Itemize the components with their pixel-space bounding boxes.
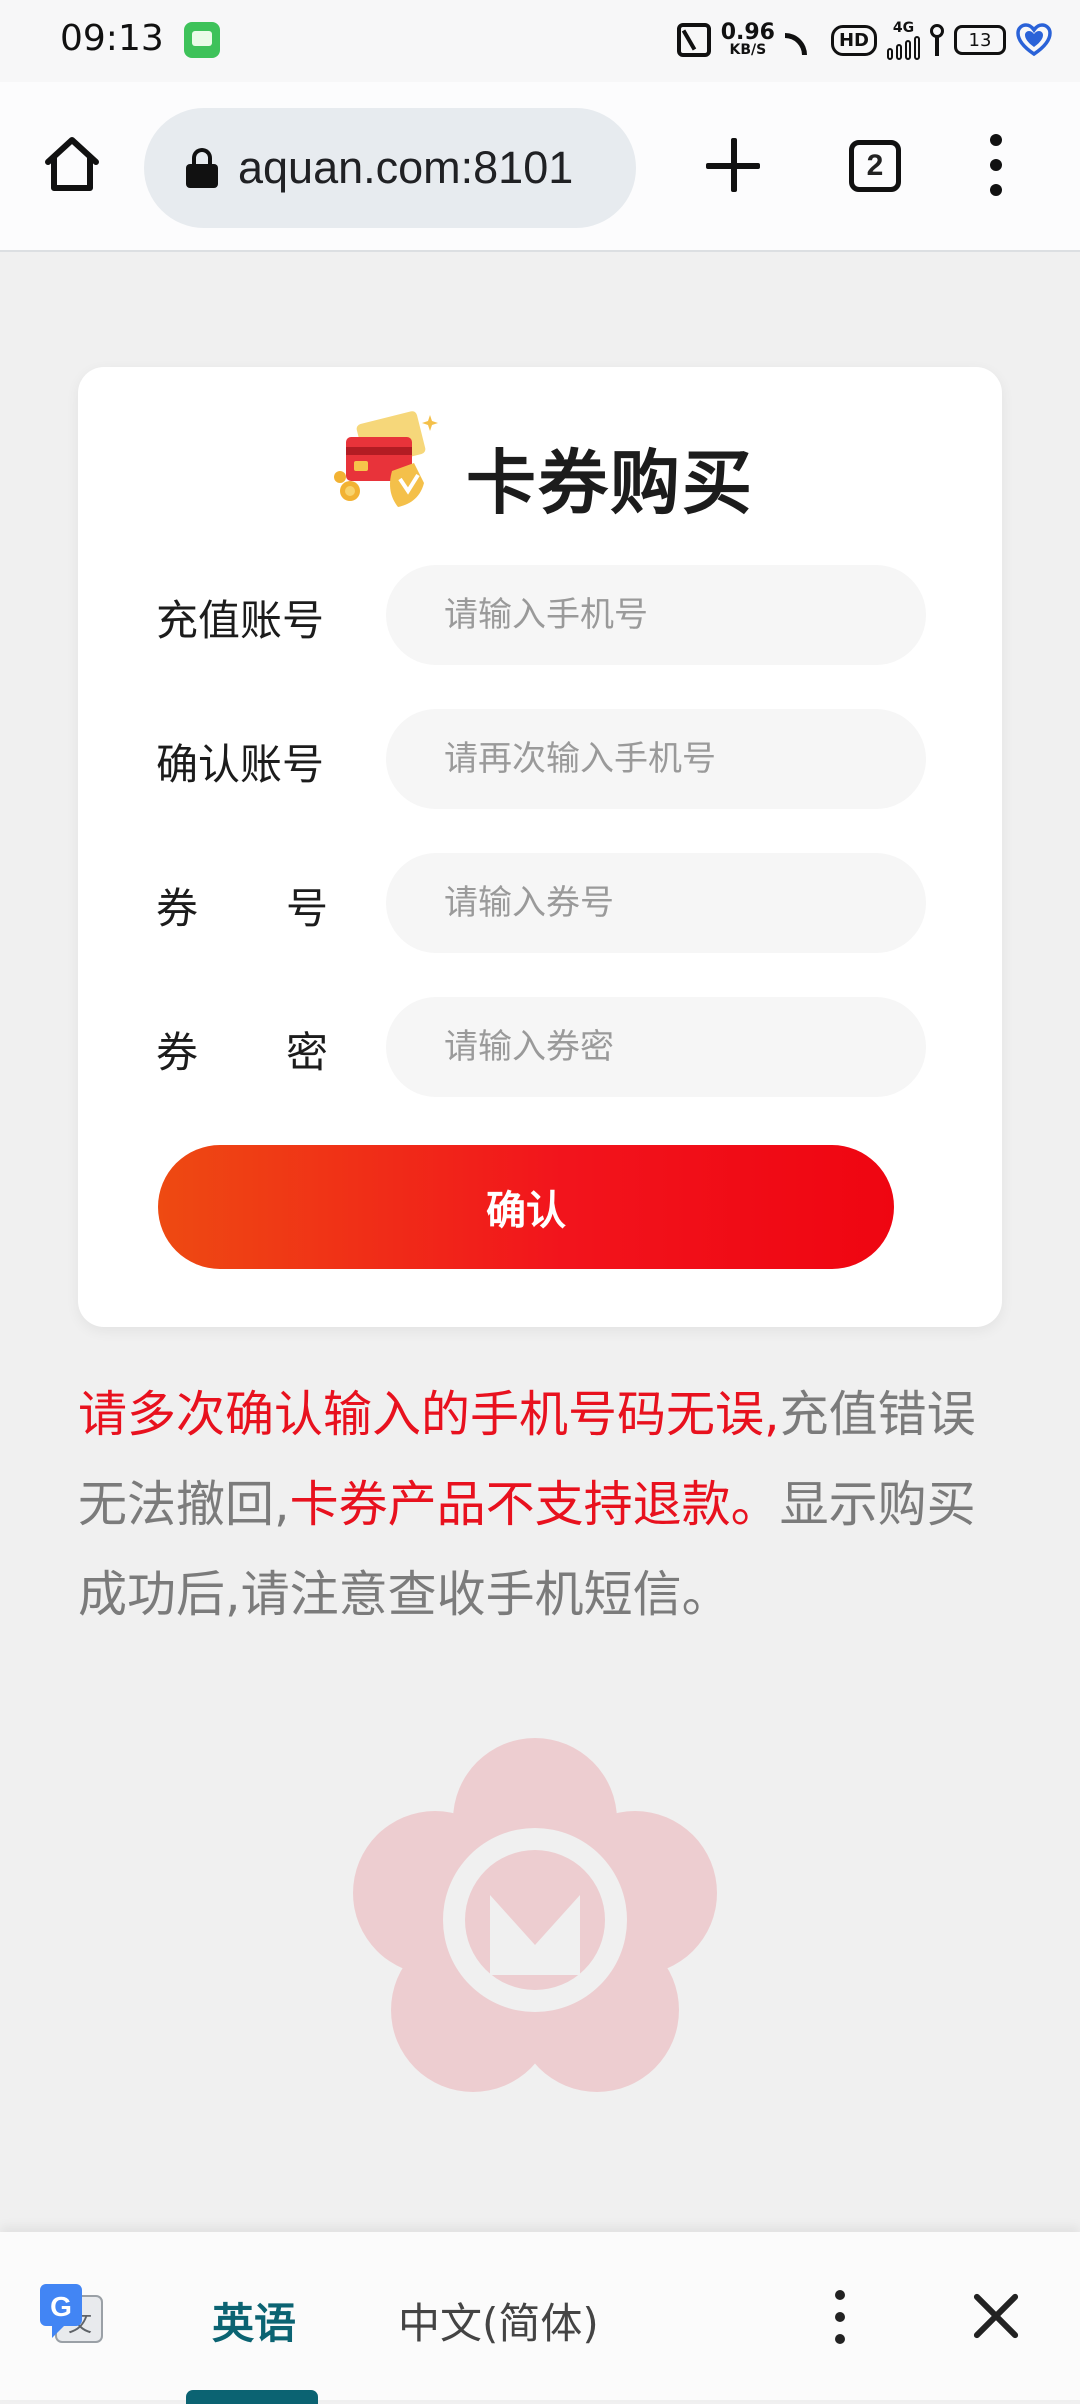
- lock-icon: [186, 148, 218, 188]
- status-bar: 09:13 0.96 KB/S HD 4G 13: [0, 0, 1080, 82]
- new-tab-button[interactable]: [702, 134, 764, 196]
- status-icons: 0.96 KB/S HD 4G 13: [676, 18, 1052, 62]
- coupon-number-label: 券 号: [156, 875, 328, 936]
- confirm-account-input[interactable]: [386, 709, 926, 809]
- status-time: 09:13: [60, 18, 164, 59]
- translate-icon-g: G: [50, 2291, 72, 2322]
- google-translate-icon[interactable]: 文 G: [38, 2282, 106, 2348]
- url-text: aquan.com:8101: [238, 142, 574, 193]
- key-icon: [930, 24, 944, 56]
- recharge-account-input[interactable]: [386, 565, 926, 665]
- browser-menu-button[interactable]: [984, 134, 1008, 198]
- label-text-part-1: 券: [156, 884, 199, 933]
- cast-icon: [784, 25, 821, 55]
- network-speed: 0.96 KB/S: [720, 20, 775, 58]
- confirm-button[interactable]: 确认: [158, 1145, 894, 1269]
- nfc-icon: [676, 23, 711, 57]
- home-button[interactable]: [40, 132, 104, 196]
- coupon-number-input[interactable]: [386, 853, 926, 953]
- network-speed-value: 0.96: [720, 20, 775, 45]
- tab-switcher-button[interactable]: 2: [849, 140, 901, 192]
- confirm-account-label: 确认账号: [156, 731, 328, 792]
- translate-bar: 文 G 英语 中文(简体): [0, 2232, 1080, 2404]
- form-row-coupon-password: 券 密: [78, 997, 1002, 1097]
- cellular-signal-icon: 4G: [887, 20, 920, 60]
- form-row-confirm-account: 确认账号: [78, 709, 1002, 809]
- coupon-password-input[interactable]: [386, 997, 926, 1097]
- notice-no-refund: 卡券产品不支持退款。: [289, 1476, 780, 1533]
- card-title: 卡券购买: [466, 442, 754, 524]
- card-header: 卡券购买: [78, 403, 1002, 524]
- notice-warning-phone: 请多次确认输入的手机号码无误,: [78, 1386, 780, 1443]
- label-text-part-1: 券: [156, 1028, 199, 1077]
- translate-more-button[interactable]: [828, 2290, 852, 2346]
- form-row-recharge-account: 充值账号: [78, 565, 1002, 665]
- flower-watermark-logo: [353, 1738, 717, 2092]
- tab-english[interactable]: 英语: [212, 2290, 296, 2351]
- label-text: 充值账号: [156, 596, 325, 645]
- label-text-part-2: 号: [285, 884, 328, 933]
- network-speed-unit: KB/S: [729, 42, 767, 58]
- network-type-label: 4G: [892, 20, 915, 36]
- tab-chinese-simplified[interactable]: 中文(简体): [398, 2290, 599, 2351]
- hd-voice-icon: HD: [830, 24, 877, 56]
- label-text: 确认账号: [156, 740, 325, 789]
- notice-text: 请多次确认输入的手机号码无误,充值错误无法撤回,卡券产品不支持退款。显示购买成功…: [78, 1370, 978, 1640]
- translate-close-button[interactable]: [972, 2292, 1020, 2340]
- heart-shield-icon: [1016, 23, 1052, 57]
- battery-icon: 13: [954, 25, 1006, 55]
- browser-toolbar: aquan.com:8101 2: [0, 82, 1080, 252]
- purchase-card: 卡券购买 充值账号 确认账号 券 号 券 密 确认: [78, 367, 1002, 1327]
- label-text-part-2: 密: [285, 1028, 328, 1077]
- coupon-password-label: 券 密: [156, 1019, 328, 1080]
- recharge-account-label: 充值账号: [156, 587, 328, 648]
- coupon-card-icon: [334, 411, 438, 507]
- form-row-coupon-number: 券 号: [78, 853, 1002, 953]
- active-tab-indicator: [186, 2390, 318, 2404]
- message-notification-icon: [184, 22, 220, 58]
- address-bar[interactable]: aquan.com:8101: [144, 108, 636, 228]
